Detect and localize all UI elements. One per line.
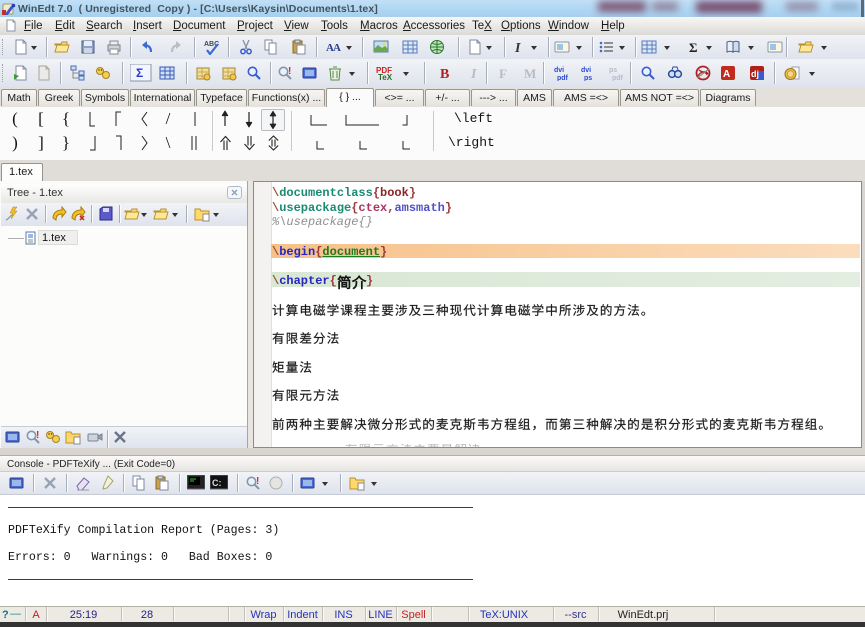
svg-text:dvi: dvi (581, 67, 591, 74)
svg-text:A: A (333, 42, 341, 54)
svg-text:dvi: dvi (554, 67, 564, 74)
svg-text:ps: ps (609, 67, 617, 74)
svg-text:!: ! (288, 66, 291, 77)
svg-text:B: B (440, 67, 449, 81)
svg-text:TeX: TeX (378, 73, 393, 81)
svg-text:!: ! (36, 430, 39, 441)
svg-text:dj: dj (751, 69, 759, 79)
svg-text:ps: ps (584, 75, 592, 81)
svg-text:!: ! (256, 476, 259, 487)
svg-text:Σ: Σ (136, 66, 143, 80)
svg-text:A: A (723, 69, 730, 80)
svg-text:M: M (524, 66, 536, 81)
svg-text:Σ: Σ (689, 40, 698, 55)
svg-text:F: F (499, 66, 507, 81)
svg-text:pdf: pdf (612, 75, 624, 81)
svg-text:pdf: pdf (557, 75, 569, 81)
svg-text:I: I (514, 41, 521, 55)
svg-text:C:: C: (212, 478, 222, 488)
svg-text:I: I (470, 67, 477, 81)
